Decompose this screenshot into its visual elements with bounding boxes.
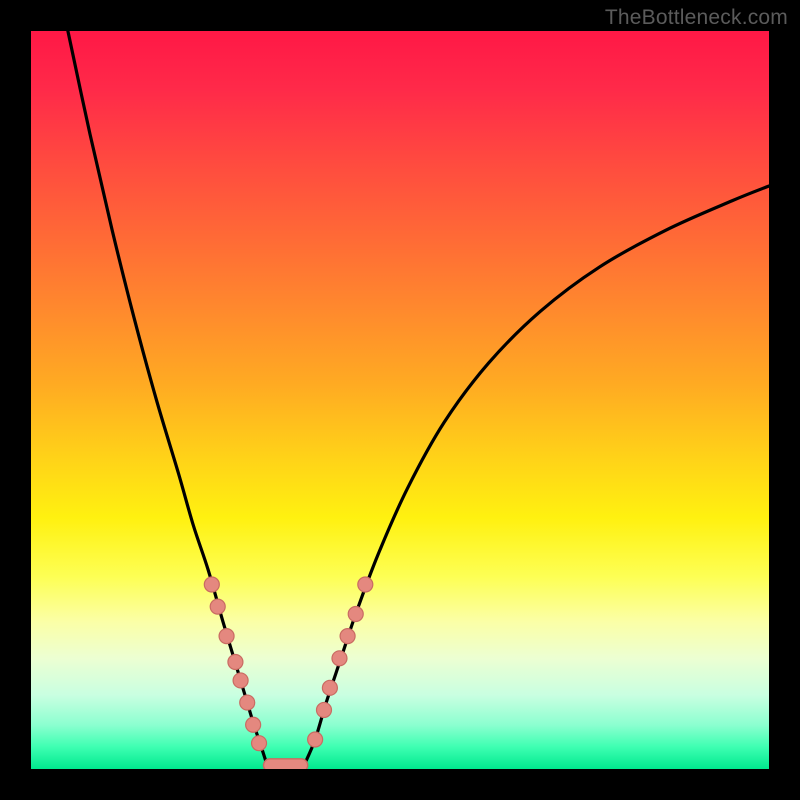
markers-right	[308, 577, 373, 747]
marker-right-1	[316, 702, 331, 717]
chart-svg	[31, 31, 769, 769]
marker-left-0	[204, 577, 219, 592]
marker-left-3	[228, 654, 243, 669]
marker-right-3	[332, 651, 347, 666]
marker-right-0	[308, 732, 323, 747]
chart-frame: TheBottleneck.com	[0, 0, 800, 800]
plot-area	[31, 31, 769, 769]
curve-right-branch	[304, 186, 769, 765]
marker-left-6	[246, 717, 261, 732]
marker-left-2	[219, 629, 234, 644]
marker-right-6	[358, 577, 373, 592]
marker-right-5	[348, 607, 363, 622]
marker-right-2	[322, 680, 337, 695]
markers-left	[204, 577, 266, 751]
plateau-bar	[263, 759, 307, 769]
watermark-text: TheBottleneck.com	[605, 6, 788, 30]
marker-left-4	[233, 673, 248, 688]
marker-left-1	[210, 599, 225, 614]
marker-right-4	[340, 629, 355, 644]
marker-left-5	[240, 695, 255, 710]
marker-left-7	[252, 736, 267, 751]
